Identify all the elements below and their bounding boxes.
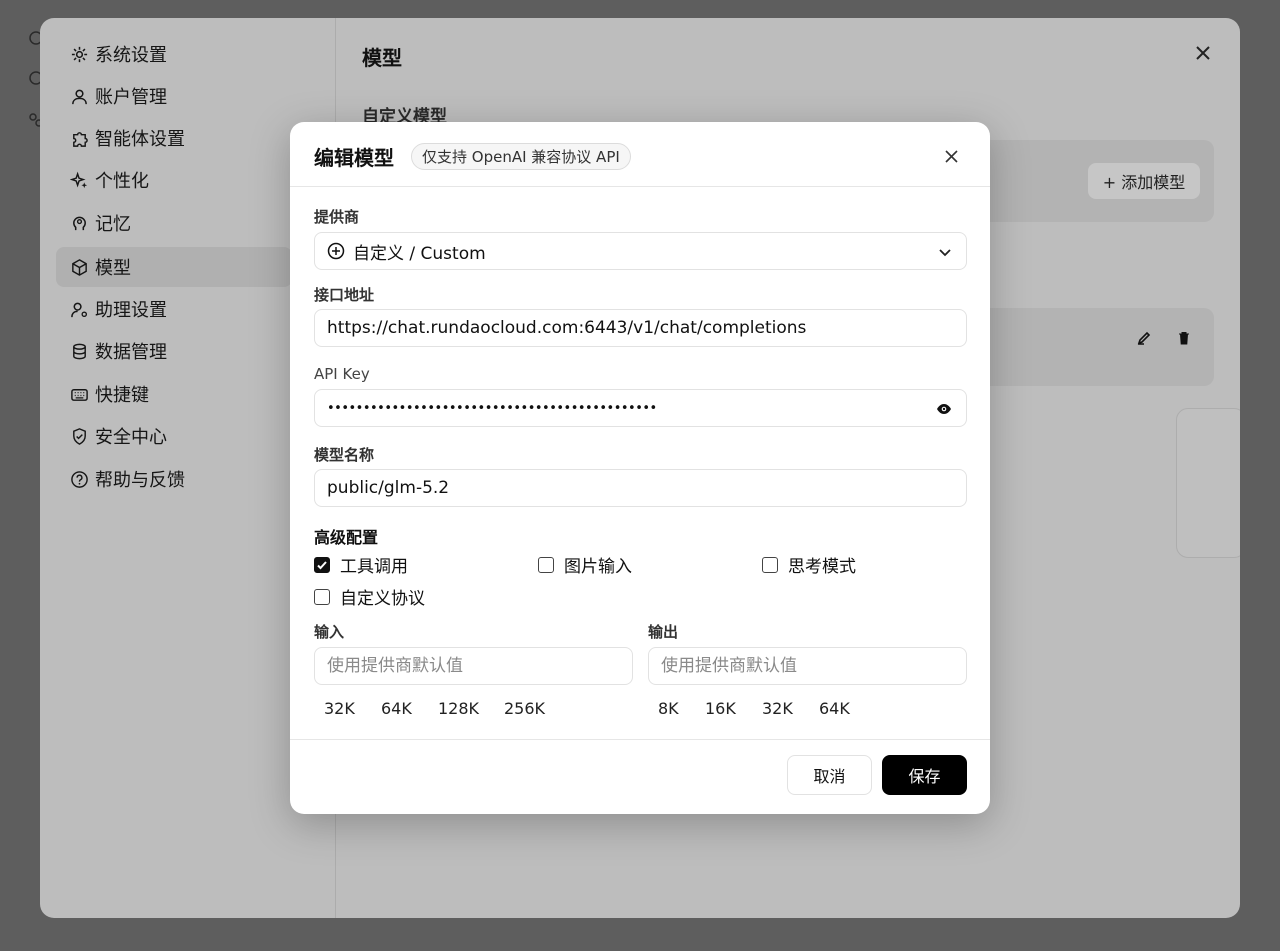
input-preset-64k[interactable]: 64K	[377, 697, 416, 720]
checkbox-label: 自定义协议	[340, 589, 425, 609]
chevron-down-icon	[939, 249, 951, 257]
input-limit-input[interactable]	[327, 656, 632, 676]
provider-label: 提供商	[314, 208, 360, 226]
output-limit-input[interactable]	[661, 656, 966, 676]
tool-calling-checkbox[interactable]: 工具调用	[314, 552, 408, 577]
compatibility-badge: 仅支持 OpenAI 兼容协议 API	[411, 143, 631, 170]
provider-select[interactable]: 自定义 / Custom	[314, 232, 967, 270]
sidebar-item-shortcuts[interactable]: 快捷键	[56, 374, 292, 414]
add-model-button[interactable]: + 添加模型	[1088, 163, 1200, 199]
output-preset-64k[interactable]: 64K	[815, 697, 854, 720]
sidebar-item-memory[interactable]: 记忆	[56, 203, 292, 243]
checkbox-label: 思考模式	[788, 557, 856, 577]
plus-circle-icon	[327, 242, 345, 260]
check-icon	[317, 560, 327, 569]
dialog-title: 编辑模型	[314, 146, 394, 170]
sidebar-item-system-settings[interactable]: 系统设置	[56, 34, 292, 74]
help-circle-icon	[71, 470, 88, 488]
sidebar-item-label: 模型	[95, 258, 131, 279]
api-key-label: API Key	[314, 365, 370, 383]
sidebar-item-data-management[interactable]: 数据管理	[56, 331, 292, 371]
sidebar-item-label: 快捷键	[95, 385, 149, 406]
sidebar-item-label: 记忆	[95, 214, 131, 235]
checkbox-label: 图片输入	[564, 557, 632, 577]
advanced-config-label: 高级配置	[314, 528, 379, 547]
input-preset-256k[interactable]: 256K	[500, 697, 549, 720]
output-preset-16k[interactable]: 16K	[701, 697, 740, 720]
sidebar-item-label: 助理设置	[95, 300, 167, 321]
sidebar-item-model[interactable]: 模型	[56, 247, 292, 287]
close-icon[interactable]	[1194, 44, 1212, 62]
sidebar-item-personalization[interactable]: 个性化	[56, 160, 292, 200]
sidebar-item-help[interactable]: 帮助与反馈	[56, 459, 292, 499]
endpoint-input[interactable]: https://chat.rundaocloud.com:6443/v1/cha…	[314, 309, 967, 347]
edit-model-dialog: 编辑模型 仅支持 OpenAI 兼容协议 API 提供商 自定义 / Custo…	[290, 122, 990, 814]
sidebar-item-label: 个性化	[95, 171, 149, 192]
model-name-label: 模型名称	[314, 446, 375, 464]
checkbox-box[interactable]	[762, 556, 778, 573]
input-limit-label: 输入	[314, 623, 345, 641]
checkbox-label: 工具调用	[340, 557, 408, 577]
sidebar-item-assistant-settings[interactable]: 助理设置	[56, 289, 292, 329]
sidebar-item-label: 账户管理	[95, 87, 167, 108]
input-limit-field[interactable]	[314, 647, 633, 685]
brain-icon	[73, 216, 86, 230]
sidebar-item-label: 帮助与反馈	[95, 470, 185, 491]
model-name-value: public/glm-5.2	[327, 478, 450, 498]
sidebar-item-agent-settings[interactable]: 智能体设置	[56, 118, 292, 158]
output-limit-field[interactable]	[648, 647, 967, 685]
database-icon	[73, 343, 86, 359]
output-limit-label: 输出	[648, 623, 679, 641]
trash-icon[interactable]	[1176, 330, 1192, 346]
keyboard-icon	[71, 388, 88, 401]
output-preset-32k[interactable]: 32K	[758, 697, 797, 720]
close-icon[interactable]	[945, 150, 958, 163]
sidebar-item-label: 数据管理	[95, 342, 167, 363]
api-key-value: ••••••••••••••••••••••••••••••••••••••••…	[327, 400, 657, 416]
edit-icon[interactable]	[1136, 330, 1152, 346]
sidebar-item-label: 智能体设置	[95, 129, 185, 150]
image-input-checkbox[interactable]: 图片输入	[538, 552, 632, 577]
sidebar-item-label: 系统设置	[95, 45, 167, 66]
api-key-input[interactable]: ••••••••••••••••••••••••••••••••••••••••…	[314, 389, 967, 427]
output-preset-8k[interactable]: 8K	[654, 697, 683, 720]
checkbox-box[interactable]	[314, 556, 330, 573]
save-button[interactable]: 保存	[882, 755, 967, 795]
custom-protocol-checkbox[interactable]: 自定义协议	[314, 584, 425, 609]
model-name-input[interactable]: public/glm-5.2	[314, 469, 967, 507]
shield-check-icon	[73, 427, 86, 445]
sidebar-item-account[interactable]: 账户管理	[56, 76, 292, 116]
background-card	[1176, 408, 1240, 558]
endpoint-value: https://chat.rundaocloud.com:6443/v1/cha…	[327, 318, 807, 338]
thinking-mode-checkbox[interactable]: 思考模式	[762, 552, 856, 577]
dialog-header: 编辑模型 仅支持 OpenAI 兼容协议 API	[290, 122, 990, 187]
input-preset-32k[interactable]: 32K	[320, 697, 359, 720]
provider-value: 自定义 / Custom	[353, 243, 486, 264]
user-gear-icon	[71, 302, 88, 317]
sparkles-icon	[70, 171, 88, 188]
input-preset-128k[interactable]: 128K	[434, 697, 483, 720]
page-title: 模型	[362, 46, 402, 70]
cube-icon	[72, 258, 87, 276]
eye-icon[interactable]	[936, 402, 952, 416]
puzzle-icon	[73, 131, 88, 147]
checkbox-box[interactable]	[538, 556, 554, 573]
sidebar-item-label: 安全中心	[95, 427, 167, 448]
user-icon	[72, 89, 87, 104]
sidebar-item-security[interactable]: 安全中心	[56, 416, 292, 456]
gear-icon	[71, 46, 88, 62]
cancel-button[interactable]: 取消	[787, 755, 872, 795]
checkbox-box[interactable]	[314, 588, 330, 605]
endpoint-label: 接口地址	[314, 286, 375, 304]
